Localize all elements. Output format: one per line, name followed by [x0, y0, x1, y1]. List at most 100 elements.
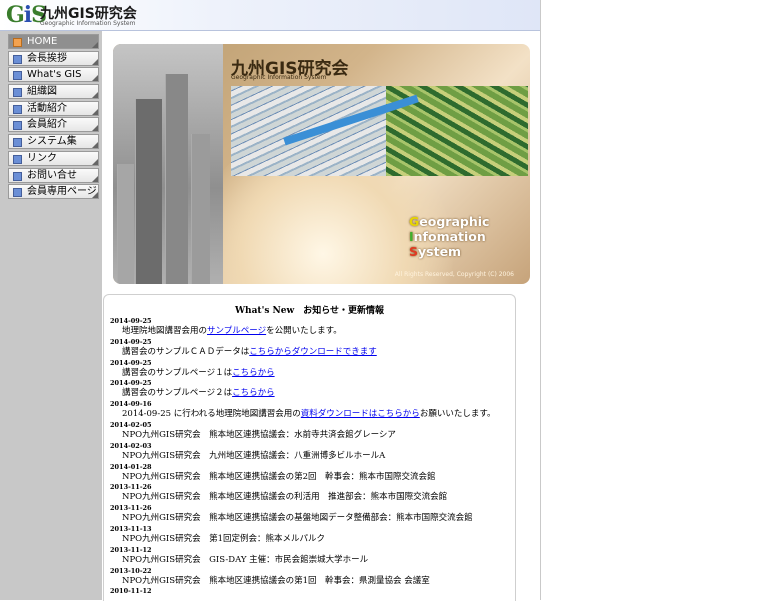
news-link[interactable]: サンプルページ [207, 326, 266, 336]
news-entry: 2013-11-12 NPO九州GIS研究会 GIS-DAY 主催：市民会館崇城大… [110, 546, 515, 567]
city-skyline-image [113, 44, 223, 284]
sidebar-item-systems[interactable]: システム集 [8, 134, 99, 150]
news-text-body: NPO九州GIS研究会 熊本地区連携協議会の第1回 幹事会：県測量協会 会議室 [122, 575, 430, 586]
news-text: NPO九州GIS研究会 熊本地区連携協議会の第2回 幹事会：熊本市国際交流会館 [122, 471, 436, 483]
sidebar-item-label: システム集 [27, 136, 77, 148]
news-link[interactable]: こちらからダウンロードできます [249, 347, 377, 357]
news-date: 2010-11-12 [110, 587, 152, 596]
news-text: NPO九州GIS研究会 熊本地区連携協議会：水前寺共済会館グレーシア [122, 429, 396, 441]
news-title: What's New お知らせ・更新情報 [234, 306, 385, 316]
news-entry: 2014-09-25 講習会のサンプルページ１はこちらから [110, 359, 515, 380]
news-text: NPO九州GIS研究会 第1回定例会：熊本メルパルク [122, 533, 325, 545]
sidebar-item-contact[interactable]: お問い合せ [8, 167, 99, 183]
news-entry: 2010-11-12 [110, 587, 515, 601]
news-date: 2014-01-28 [110, 462, 152, 471]
site-header: GiS 九州GIS研究会 Geographic Information Syst… [0, 0, 540, 31]
news-entry: 2014-09-25 講習会のサンプルページ２はこちらから [110, 379, 515, 400]
sidebar-item-members[interactable]: 会員紹介 [8, 117, 99, 133]
content-right-border [540, 0, 541, 600]
news-entry: 2013-11-26 NPO九州GIS研究会 熊本地区連携協議会の基盤地図データ整… [110, 504, 515, 525]
sidebar-item-label: HOME [27, 36, 58, 47]
news-entry: 2014-02-03 NPO九州GIS研究会 九州地区連携協議会：八重洲博多ビルホ… [110, 442, 515, 463]
news-date: 2013-10-22 [110, 566, 152, 575]
bullet-icon [13, 104, 22, 114]
sidebar-item-label: 組織図 [27, 86, 57, 98]
corner-arrow-icon [92, 175, 98, 182]
news-text-body: NPO九州GIS研究会 熊本地区連携協議会の利活用 推進部会：熊本市国際交流会館 [122, 492, 448, 503]
news-text: NPO九州GIS研究会 GIS-DAY 主催：市民会館崇城大学ホール [122, 554, 368, 566]
news-link[interactable]: こちらから [232, 368, 275, 378]
gis-line-geographic: Geographic [409, 214, 490, 229]
banner-copyright: All Rights Reserved, Copyright (C) 2006 [394, 271, 514, 278]
news-date: 2013-11-26 [110, 483, 152, 492]
news-text-body: 講習会のサンプルページ２は [122, 388, 233, 399]
news-text: 講習会のサンプルページ２はこちらから [122, 387, 275, 399]
news-entry: 2014-01-28 NPO九州GIS研究会 熊本地区連携協議会の第2回 幹事会：… [110, 463, 515, 484]
sidebar-item-label: 会員紹介 [27, 119, 67, 131]
news-entry: 2014-02-05 NPO九州GIS研究会 熊本地区連携協議会：水前寺共済会館グ… [110, 421, 515, 442]
bullet-icon [13, 171, 22, 181]
news-link[interactable]: こちらから [232, 388, 275, 398]
news-entry: 2013-11-26 NPO九州GIS研究会 熊本地区連携協議会の利活用 推進部会… [110, 483, 515, 504]
news-panel: What's New お知らせ・更新情報 2014-09-25 地理院地図講習会用… [103, 294, 516, 601]
gis-acronym-text: Geographic Infomation System [409, 214, 489, 259]
news-text: NPO九州GIS研究会 九州地区連携協議会：八重洲博多ビルホールA [122, 450, 385, 462]
news-link[interactable]: 資料ダウンロードはこちらから [301, 409, 420, 419]
gis-line-infomation: Infomation [409, 229, 486, 244]
news-text: 講習会のサンプルページ１はこちらから [122, 367, 275, 379]
news-date: 2014-02-05 [110, 420, 152, 429]
news-text-body: NPO九州GIS研究会 第1回定例会：熊本メルパルク [122, 533, 326, 544]
sidebar-item-label: お問い合せ [27, 169, 77, 181]
corner-arrow-icon [92, 75, 98, 82]
news-text: NPO九州GIS研究会 熊本地区連携協議会の利活用 推進部会：熊本市国際交流会館 [122, 491, 447, 503]
corner-arrow-icon [92, 92, 98, 99]
sidebar-item-label: リンク [27, 152, 57, 164]
news-text: NPO九州GIS研究会 熊本地区連携協議会の基盤地図データ整備部会：熊本市国際交… [122, 512, 473, 524]
news-text-body: NPO九州GIS研究会 GIS-DAY 主催：市民会館崇城大学ホール [122, 554, 369, 565]
news-date: 2013-11-26 [110, 504, 152, 513]
sidebar-item-members-only[interactable]: 会員専用ページ [8, 184, 99, 200]
building-shape [165, 74, 188, 284]
building-shape [117, 164, 134, 284]
news-text-tail: お願いいたします。 [419, 409, 496, 420]
news-date: 2013-11-12 [110, 545, 152, 554]
sidebar-item-organization[interactable]: 組織図 [8, 84, 99, 100]
sidebar: HOME 会長挨拶 What's GIS 組織図 活動紹介 会員紹介 システム集… [0, 31, 102, 600]
news-date: 2014-02-03 [110, 441, 152, 450]
sidebar-menu: HOME 会長挨拶 What's GIS 組織図 活動紹介 会員紹介 システム集… [8, 34, 99, 201]
news-date: 2014-09-25 [110, 317, 152, 325]
news-text: 2014-09-25 に行われる地理院地図講習会用の資料ダウンロードはこちらから… [122, 408, 495, 420]
news-entry: 2013-10-22 NPO九州GIS研究会 熊本地区連携協議会の第1回 幹事会：… [110, 567, 515, 588]
news-text: 講習会のサンプルＣＡＤデータはこちらからダウンロードできます [122, 346, 377, 358]
sidebar-item-home[interactable]: HOME [8, 34, 99, 49]
bullet-icon [13, 121, 22, 131]
bullet-icon [13, 88, 22, 98]
corner-arrow-icon [92, 192, 98, 199]
hero-banner: 九州GIS研究会 Geographic Information System G… [113, 44, 530, 284]
bullet-icon [13, 154, 22, 164]
news-text-body: 講習会のサンプルページ１は [122, 367, 233, 378]
bullet-icon [13, 54, 22, 64]
news-date: 2014-09-25 [110, 379, 152, 388]
bullet-icon [13, 188, 22, 198]
news-text-body: NPO九州GIS研究会 熊本地区連携協議会の基盤地図データ整備部会：熊本市国際交… [122, 513, 473, 524]
sidebar-item-activities[interactable]: 活動紹介 [8, 100, 99, 116]
news-text-body: 2014-09-25 に行われる地理院地図講習会用の [122, 409, 301, 420]
sidebar-item-greeting[interactable]: 会長挨拶 [8, 50, 99, 66]
news-text: 地理院地図講習会用のサンプルページを公開いたします。 [122, 325, 342, 337]
news-text-body: NPO九州GIS研究会 熊本地区連携協議会：水前寺共済会館グレーシア [122, 429, 396, 440]
corner-arrow-icon [92, 142, 98, 149]
sidebar-item-links[interactable]: リンク [8, 150, 99, 166]
news-date: 2014-09-25 [110, 337, 152, 346]
news-text: NPO九州GIS研究会 熊本地区連携協議会の第1回 幹事会：県測量協会 会議室 [122, 575, 430, 587]
building-shape [191, 134, 210, 284]
news-text-body: 講習会のサンプルＣＡＤデータは [122, 346, 250, 357]
corner-arrow-icon [92, 125, 98, 132]
corner-arrow-icon [92, 58, 98, 65]
gis-map-image [231, 86, 528, 176]
gis-line-system: System [409, 244, 462, 259]
banner-subtitle: Geographic Information System [231, 74, 327, 81]
news-text-body: NPO九州GIS研究会 熊本地区連携協議会の第2回 幹事会：熊本市国際交流会館 [122, 471, 436, 482]
sidebar-item-whats-gis[interactable]: What's GIS [8, 67, 99, 83]
news-text-tail: を公開いたします。 [266, 326, 342, 336]
